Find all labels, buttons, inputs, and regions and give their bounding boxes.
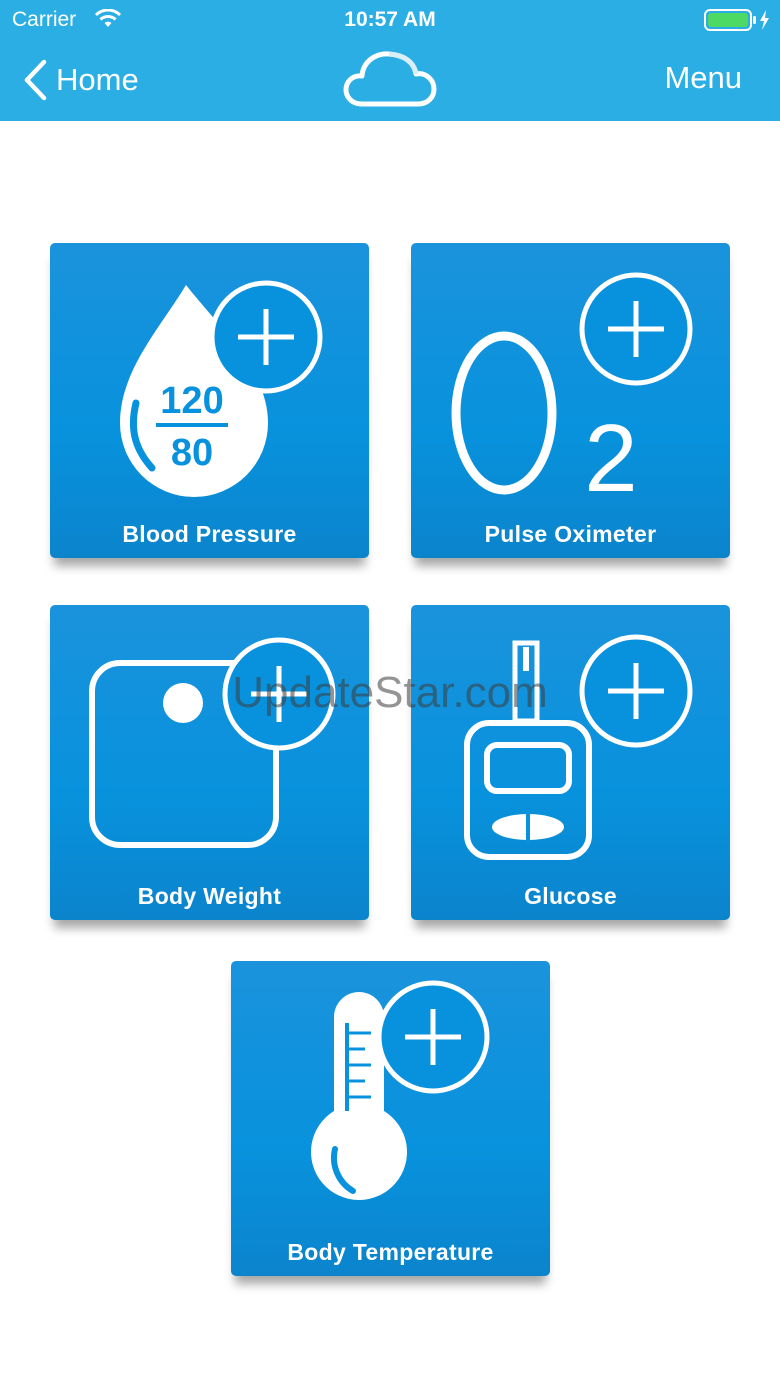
tile-label: Blood Pressure	[122, 521, 297, 547]
battery-icon	[704, 9, 769, 31]
thermometer-icon	[311, 980, 490, 1200]
scale-icon	[89, 637, 336, 848]
o2-icon: 2	[451, 272, 693, 512]
clock: 10:57 AM	[344, 8, 436, 31]
tile-label: Body Temperature	[287, 1239, 494, 1265]
back-button[interactable]: Home	[22, 56, 139, 104]
systolic-value: 120	[160, 380, 223, 422]
menu-button[interactable]: Menu	[664, 60, 742, 96]
oxygen-subscript: 2	[584, 405, 637, 512]
app-header: Carrier 10:57 AM Home Menu	[0, 0, 780, 121]
tile-pulse-oximeter[interactable]: 2 Pulse Oximeter	[411, 243, 730, 558]
tile-body-temperature[interactable]: Body Temperature	[231, 961, 550, 1276]
cloud-icon	[343, 51, 437, 107]
glucose-meter-icon	[464, 634, 693, 860]
tile-body-weight[interactable]: Body Weight	[50, 605, 369, 920]
diastolic-value: 80	[171, 432, 213, 474]
tile-glucose[interactable]: Glucose	[411, 605, 730, 920]
tile-blood-pressure[interactable]: 120 80 Blood Pressure	[50, 243, 369, 558]
tile-label: Body Weight	[137, 883, 282, 909]
blood-pressure-icon: 120 80	[120, 280, 323, 497]
chevron-left-icon	[24, 59, 47, 101]
tile-label: Pulse Oximeter	[484, 521, 657, 547]
tile-label: Glucose	[524, 883, 617, 909]
back-button-label: Home	[56, 62, 139, 97]
